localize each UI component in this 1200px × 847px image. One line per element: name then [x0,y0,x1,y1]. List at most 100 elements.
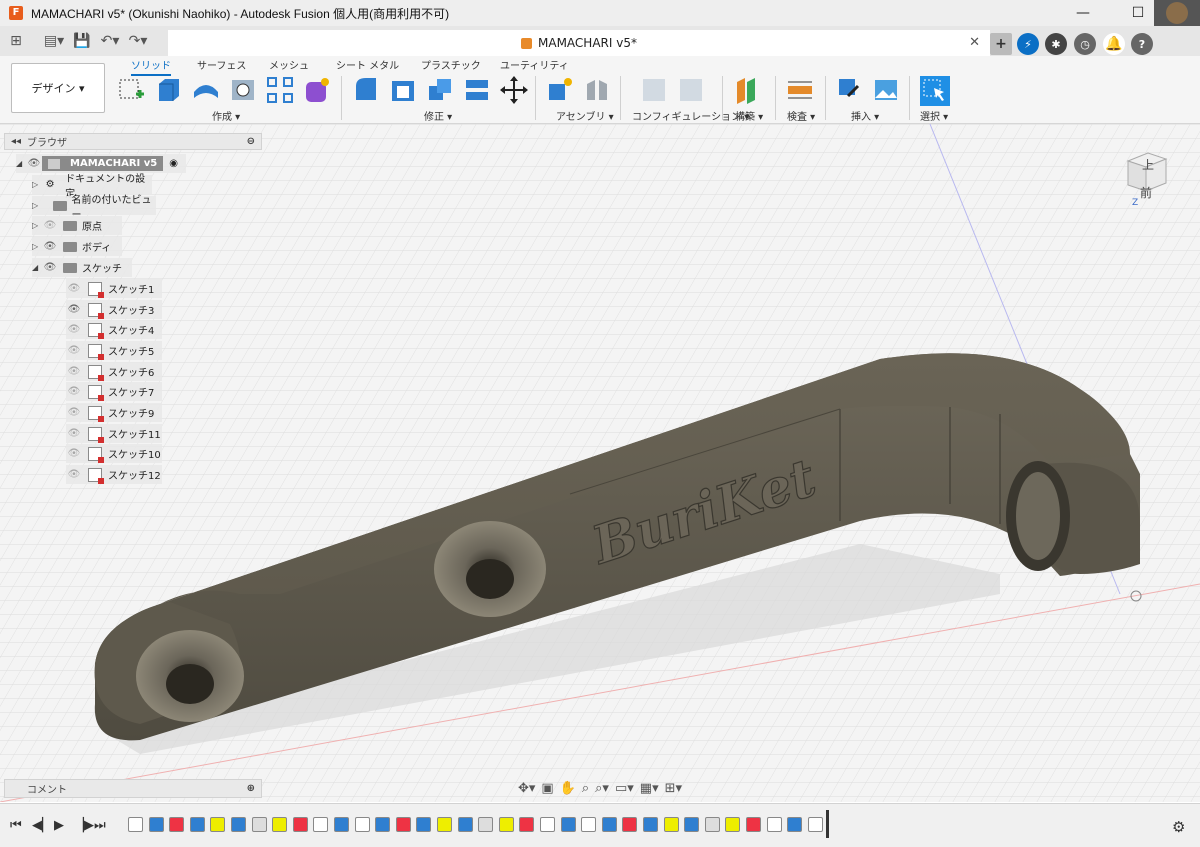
timeline-feature-icon[interactable] [807,817,823,832]
assemble-group-label[interactable]: アセンブリ ▾ [556,108,614,123]
lightning-icon[interactable]: ⚡ [1017,33,1039,55]
add-comment-icon[interactable]: ⊕ [247,783,255,794]
tree-item-bodies[interactable]: ▷ 👁 ボディ [32,237,122,256]
timeline-feature-icon[interactable] [416,817,432,832]
tree-item-sketches[interactable]: ◢ 👁 スケッチ [32,258,132,277]
timeline-feature-icon[interactable] [169,817,185,832]
save-icon[interactable]: 💾 [70,29,94,53]
press-pull-icon[interactable] [352,76,380,104]
select-icon[interactable] [920,76,950,106]
eye-hidden-icon[interactable]: 👁 [66,407,82,418]
expand-icon[interactable]: ▷ [32,221,42,230]
configuration-group-label[interactable]: コンフィギュレーション ▾ [632,108,749,123]
create-sketch-icon[interactable] [118,76,146,104]
timeline-feature-icon[interactable] [292,817,308,832]
pan-icon[interactable]: ✋ [560,781,576,796]
revolve-icon[interactable] [192,76,220,104]
redo-icon[interactable]: ↷▾ [126,29,150,53]
insert-image-icon[interactable] [872,76,900,104]
tab-plastic[interactable]: プラスチック [421,57,481,72]
eye-hidden-icon[interactable]: 👁 [42,220,58,231]
expand-icon[interactable]: ◢ [16,159,26,168]
sketch-item[interactable]: 👁 スケッチ9 [66,403,162,422]
timeline-feature-icon[interactable] [148,817,164,832]
tab-solid[interactable]: ソリッド [131,57,171,76]
eye-icon[interactable]: 👁 [26,158,42,169]
notifications-icon[interactable]: 🔔 [1103,33,1125,55]
hole-icon[interactable] [229,76,257,104]
timeline-feature-icon[interactable] [746,817,761,832]
timeline-feature-icon[interactable] [684,817,700,832]
go-to-end-icon[interactable]: ⏭ [94,818,106,833]
sketch-item[interactable]: 👁 スケッチ3 [66,300,162,319]
timeline-feature-icon[interactable] [725,817,741,832]
inspect-group-label[interactable]: 検査 ▾ [787,108,815,123]
file-menu-icon[interactable]: ▤▾ [42,29,66,53]
tab-surface[interactable]: サーフェス [197,57,246,72]
timeline-settings-gear-icon[interactable]: ⚙ [1172,818,1185,836]
construct-group-label[interactable]: 構築 ▾ [735,108,763,123]
timeline-feature-icon[interactable] [272,817,288,832]
undo-icon[interactable]: ↶▾ [98,29,122,53]
form-icon[interactable] [303,76,331,104]
help-icon[interactable]: ? [1131,33,1153,55]
create-group-label[interactable]: 作成 ▾ [212,108,240,123]
shell-icon[interactable] [463,76,491,104]
extrude-icon[interactable] [155,76,183,104]
eye-icon[interactable]: 👁 [66,304,82,315]
timeline-feature-icon[interactable] [231,817,246,832]
timeline-feature-icon[interactable] [210,817,226,832]
eye-hidden-icon[interactable]: 👁 [66,428,82,439]
timeline-feature-icon[interactable] [540,817,555,832]
step-forward-icon[interactable]: ▕▶ [74,818,94,833]
sketch-item[interactable]: 👁 スケッチ4 [66,320,162,339]
timeline-feature-icon[interactable] [478,817,494,832]
measure-icon[interactable] [786,76,814,104]
timeline-marker[interactable] [826,810,829,838]
timeline-feature-icon[interactable] [704,817,720,832]
joint-icon[interactable] [583,76,611,104]
sketch-item[interactable]: 👁 スケッチ10 [66,444,162,463]
timeline-feature-icon[interactable] [375,817,391,832]
timeline-feature-icon[interactable] [766,817,782,832]
play-icon[interactable]: ▶ [54,818,64,833]
sketch-item[interactable]: 👁 スケッチ11 [66,424,162,443]
document-tab[interactable]: MAMACHARI v5* ✕ [168,30,990,56]
tab-mesh[interactable]: メッシュ [269,57,309,72]
insert-group-label[interactable]: 挿入 ▾ [851,108,879,123]
close-window-button[interactable] [1154,0,1200,26]
extensions-icon[interactable]: ✱ [1045,33,1067,55]
configure-icon[interactable] [640,76,668,104]
tree-item-origin[interactable]: ▷ 👁 原点 [32,216,122,235]
look-at-icon[interactable]: ▣ [541,781,553,796]
tab-utility[interactable]: ユーティリティ [500,57,569,72]
timeline-feature-icon[interactable] [622,817,638,832]
move-icon[interactable] [500,76,528,104]
app-grid-icon[interactable]: ⊞ [4,29,28,53]
3d-viewport[interactable]: BuriKet [0,123,1200,803]
workspace-switcher[interactable]: デザイン ▾ [11,63,105,113]
timeline-feature-icon[interactable] [519,817,535,832]
grid-settings-icon[interactable]: ▦▾ [640,781,659,796]
eye-hidden-icon[interactable]: 👁 [66,448,82,459]
go-to-start-icon[interactable]: ⏮ [10,818,22,833]
collapse-icon[interactable]: ◢ [32,263,42,272]
eye-hidden-icon[interactable]: 👁 [66,283,82,294]
timeline-feature-icon[interactable] [787,817,803,832]
eye-hidden-icon[interactable]: 👁 [66,469,82,480]
close-tab-icon[interactable]: ✕ [969,35,980,50]
combine-icon[interactable] [426,76,454,104]
job-status-icon[interactable]: ◷ [1074,33,1096,55]
timeline-feature-icon[interactable] [581,817,597,832]
activate-radio-icon[interactable]: ◉ [169,158,178,169]
timeline-feature-icon[interactable] [128,817,143,832]
timeline-feature-icon[interactable] [663,817,679,832]
timeline-feature-icon[interactable] [560,817,576,832]
viewports-icon[interactable]: ⊞▾ [665,781,682,796]
orbit-icon[interactable]: ✥▾ [518,781,535,796]
configure-table-icon[interactable] [677,76,705,104]
model-canvas[interactable]: BuriKet [0,123,1200,803]
tree-item-named-views[interactable]: ▷ 名前の付いたビュー [32,195,156,221]
sketch-item[interactable]: 👁 スケッチ1 [66,279,162,298]
timeline-feature-icon[interactable] [251,817,267,832]
